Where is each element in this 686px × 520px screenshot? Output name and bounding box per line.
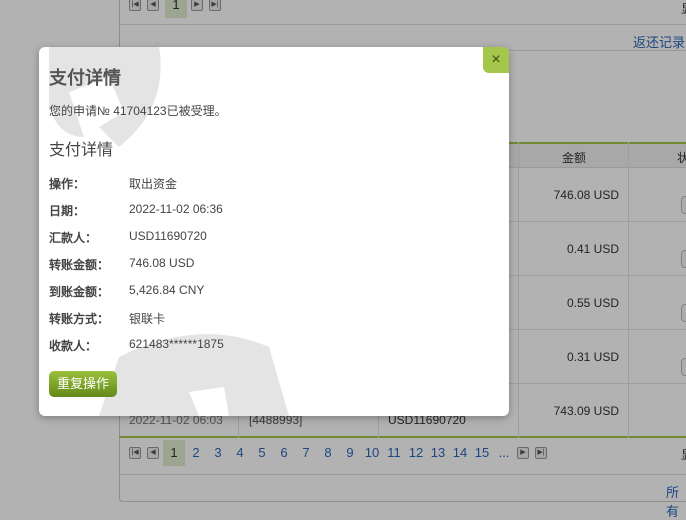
field-value-transfer-amount: 746.08 USD	[129, 256, 195, 270]
field-label-received-amount: 到账金额：	[49, 285, 110, 299]
field-label-transfer-amount: 转账金额：	[49, 258, 110, 272]
close-icon: ×	[491, 51, 501, 68]
repeat-operation-button[interactable]: 重复操作	[49, 371, 117, 397]
field-value-sender: USD11690720	[129, 229, 207, 243]
close-button[interactable]: ×	[483, 47, 509, 73]
field-label-method: 转账方式：	[49, 312, 110, 326]
field-value-recipient: 621483******1875	[129, 337, 224, 351]
field-value-method: 银联卡	[129, 312, 166, 326]
field-value-received-amount: 5,426.84 CNY	[129, 283, 205, 297]
field-label-date: 日期：	[49, 204, 86, 218]
field-value-date: 2022-11-02 06:36	[129, 202, 223, 216]
payment-details-modal: × 支付详情 您的申请№ 41704123已被受理。 支付详情 操作： 取出资金…	[39, 47, 509, 416]
modal-title: 支付详情	[49, 68, 121, 88]
field-label-operation: 操作：	[49, 177, 86, 191]
field-value-operation: 取出资金	[129, 177, 178, 191]
field-label-sender: 汇款人：	[49, 231, 98, 245]
confirmation-message: 您的申请№ 41704123已被受理。	[49, 104, 227, 118]
field-label-recipient: 收款人：	[49, 339, 98, 353]
section-title: 支付详情	[49, 142, 114, 159]
